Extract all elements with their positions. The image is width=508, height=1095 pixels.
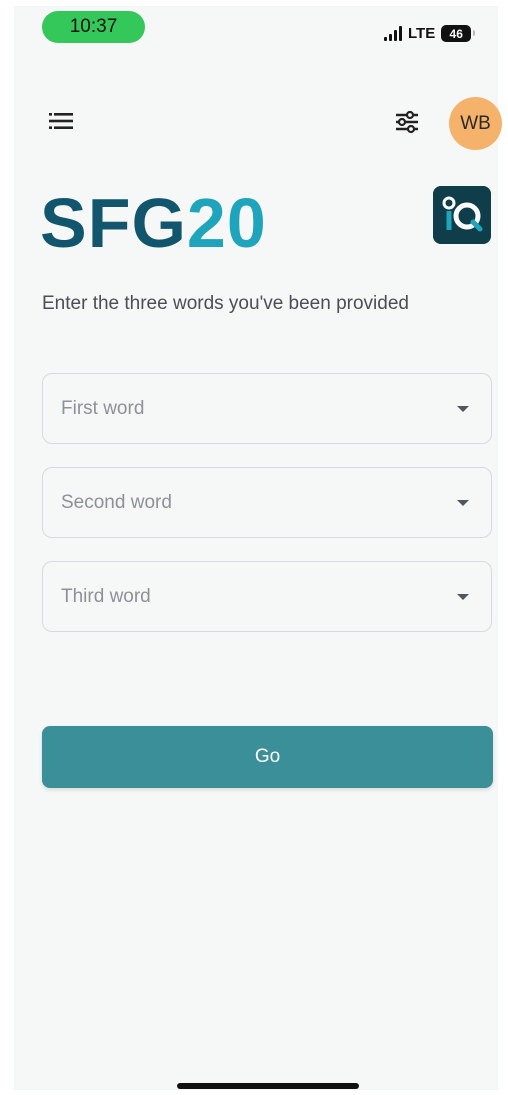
dropdown-arrow-icon [457, 405, 469, 412]
filter-icon[interactable] [393, 109, 421, 135]
first-word-placeholder: First word [61, 397, 145, 419]
dropdown-arrow-icon [457, 593, 469, 600]
avatar-initials: WB [460, 112, 491, 134]
network-label: LTE [408, 25, 436, 42]
status-time: 10:37 [42, 11, 145, 43]
first-word-dropdown[interactable]: First word [42, 373, 492, 444]
signal-icon [384, 26, 402, 41]
logo-text-sfg: SFG [40, 184, 187, 262]
second-word-placeholder: Second word [61, 491, 172, 513]
menu-icon[interactable] [47, 110, 75, 132]
battery-icon: 46 [441, 25, 476, 42]
instruction-text: Enter the three words you've been provid… [42, 293, 409, 314]
go-button-label: Go [254, 746, 281, 767]
home-indicator[interactable] [177, 1083, 359, 1089]
avatar[interactable]: WB [449, 97, 502, 150]
app-logo-icon[interactable] [433, 186, 491, 244]
dropdown-arrow-icon [457, 499, 469, 506]
sfg20-logo: SFG20 [40, 183, 267, 263]
second-word-dropdown[interactable]: Second word [42, 467, 492, 538]
third-word-dropdown[interactable]: Third word [42, 561, 492, 632]
status-time-text: 10:37 [69, 16, 118, 37]
battery-level: 46 [449, 26, 463, 41]
go-button[interactable]: Go [42, 726, 493, 788]
logo-text-20: 20 [186, 184, 267, 262]
screen-background [14, 6, 498, 1090]
status-indicators: LTE 46 [384, 25, 476, 42]
third-word-placeholder: Third word [61, 585, 151, 607]
